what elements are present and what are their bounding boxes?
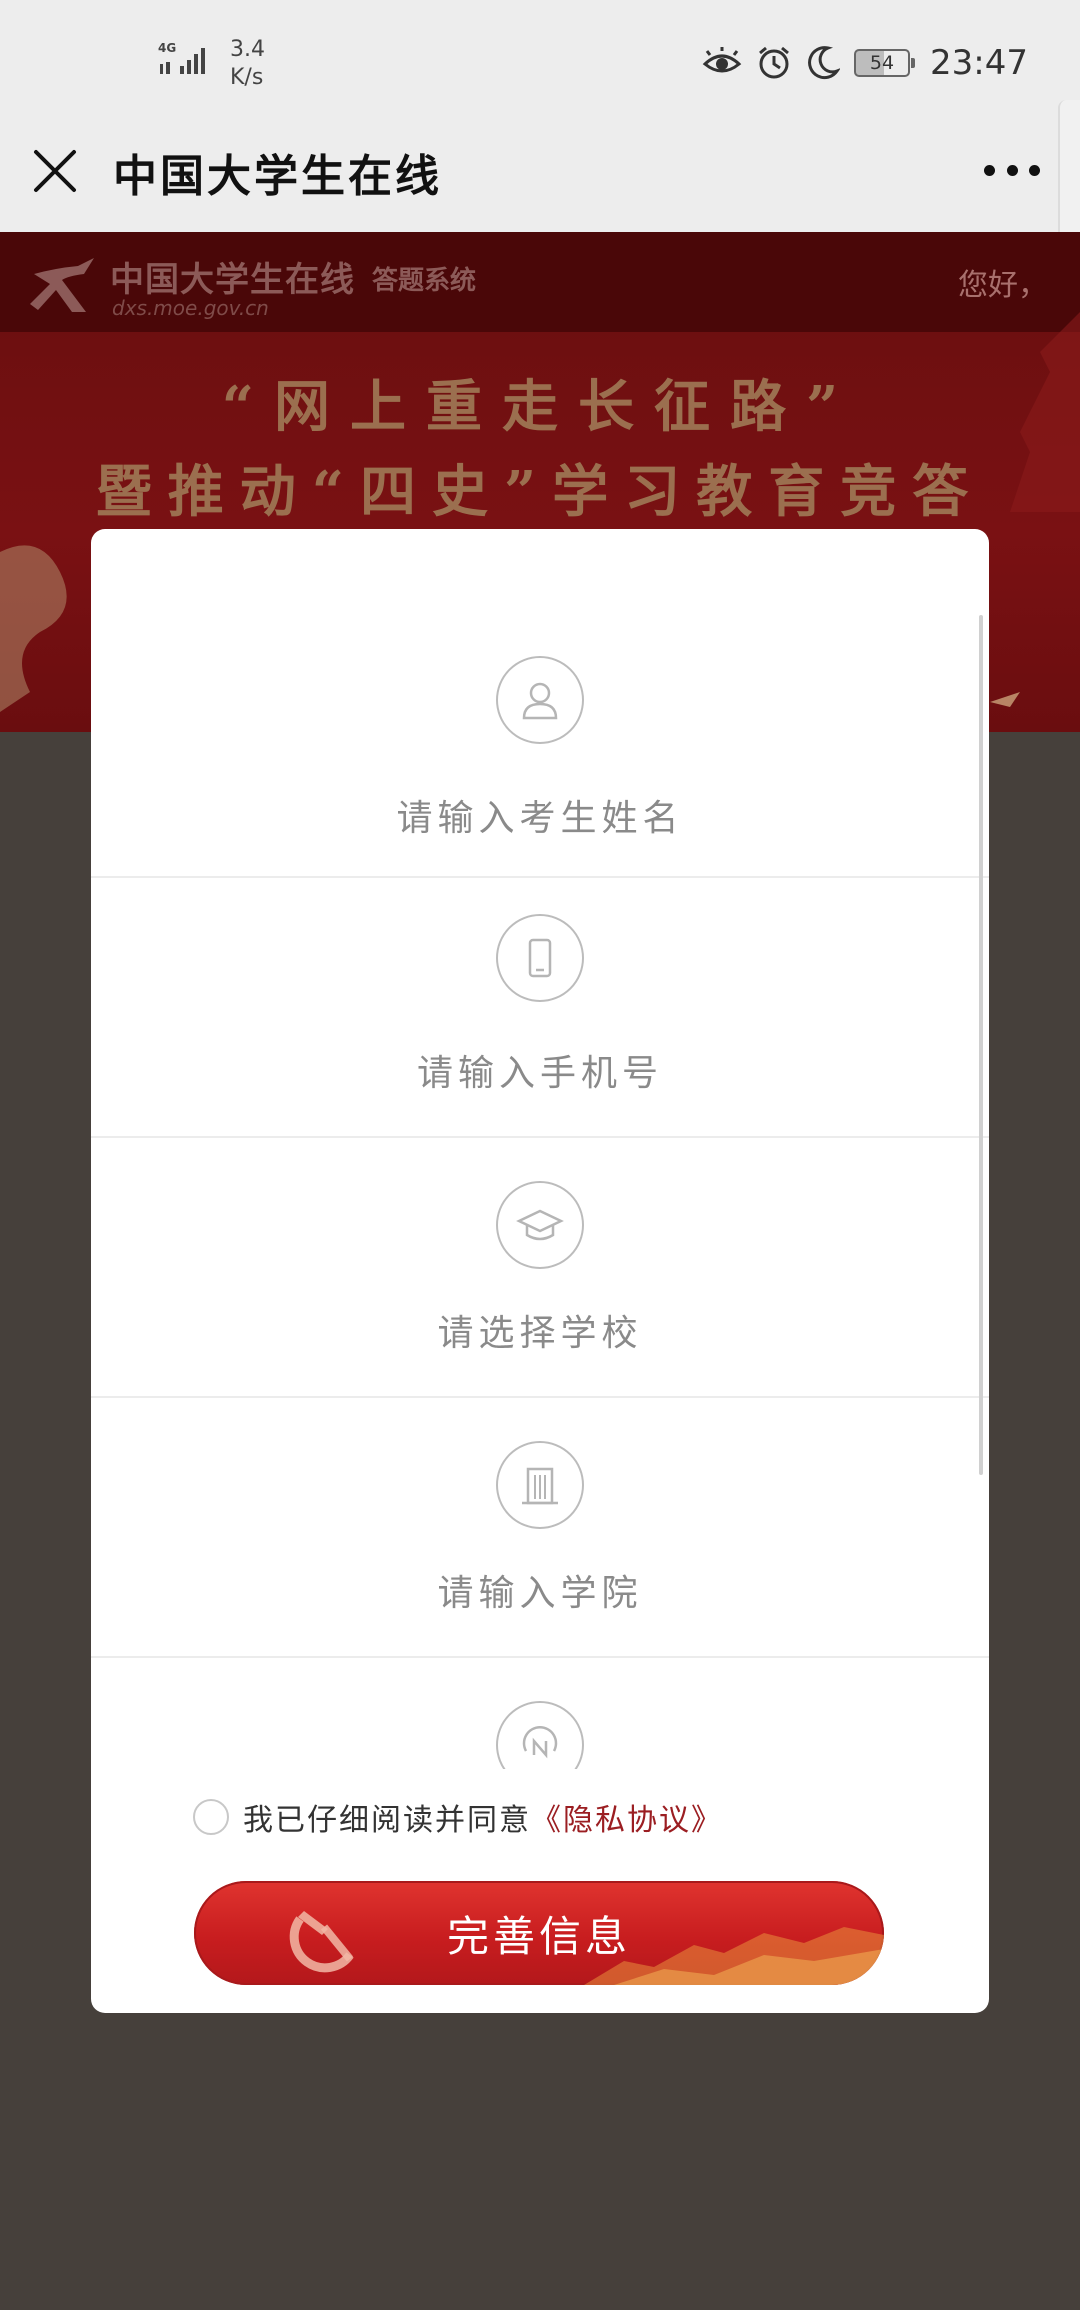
privacy-agreement: 我已仔细阅读并同意 《隐私协议》 (193, 1795, 723, 1839)
page-title: 中国大学生在线 (113, 151, 442, 202)
site-logo-icon (30, 258, 94, 312)
speed-value: 3.4 (230, 37, 265, 62)
field-extra[interactable] (91, 1658, 989, 1769)
clock: 23:47 (930, 43, 1028, 83)
field-college[interactable]: 请输入学院 (91, 1398, 989, 1658)
phone-icon (496, 914, 584, 1002)
close-icon[interactable] (28, 144, 82, 198)
alarm-icon (759, 46, 789, 79)
form-scrollbar[interactable] (979, 615, 983, 1475)
field-name[interactable]: 请输入考生姓名 (91, 529, 989, 878)
dragon-decoration-icon (0, 545, 67, 712)
greeting-text: 您好， (958, 268, 1048, 303)
privacy-link[interactable]: 《隐私协议》 (531, 1795, 723, 1839)
user-icon (496, 656, 584, 744)
submit-label: 完善信息 (446, 1912, 631, 1961)
battery-level: 54 (869, 52, 895, 74)
status-icons: 54 23:47 (702, 38, 1028, 88)
network-speed: 3.4 K/s (230, 36, 265, 92)
more-menu-icon[interactable] (984, 158, 1040, 182)
field-college-label: 请输入学院 (437, 1573, 643, 1614)
graduation-cap-icon (496, 1181, 584, 1269)
moon-icon (808, 46, 841, 80)
logo-url: dxs.moe.gov.cn (112, 296, 269, 320)
form-list[interactable]: 请输入考生姓名 请输入手机号 请选择学校 请输入学院 (91, 529, 989, 1769)
battery-indicator: 54 (854, 49, 916, 77)
id-icon (496, 1701, 584, 1769)
logo-text: 中国大学生在线 (110, 260, 355, 300)
field-name-label: 请输入考生姓名 (396, 798, 684, 839)
speed-unit: K/s (230, 65, 264, 90)
info-modal: 请输入考生姓名 请输入手机号 请选择学校 请输入学院 我已仔细阅读并同意 《隐私… (91, 529, 989, 2013)
agree-text: 我已仔细阅读并同意 (243, 1803, 531, 1838)
banner-title-line2: 暨推动“四史”学习教育竞答 (95, 459, 985, 525)
field-phone[interactable]: 请输入手机号 (91, 878, 989, 1138)
field-phone-label: 请输入手机号 (416, 1053, 663, 1094)
signal-icon: 4G (158, 41, 205, 74)
svg-text:4G: 4G (158, 41, 176, 55)
banner-title-line1: “网上重走长征路” (221, 374, 859, 440)
agree-checkbox[interactable] (193, 1799, 229, 1835)
building-icon (496, 1441, 584, 1529)
submit-button[interactable]: 完善信息 (194, 1881, 884, 1985)
field-school-label: 请选择学校 (437, 1313, 643, 1354)
logo-subtitle: 答题系统 (372, 266, 477, 296)
field-school[interactable]: 请选择学校 (91, 1138, 989, 1398)
eye-icon (702, 47, 742, 73)
status-bar: 4G 3.4 K/s 54 23:47 (0, 0, 1080, 122)
nav-bar: 中国大学生在线 (0, 122, 1080, 232)
